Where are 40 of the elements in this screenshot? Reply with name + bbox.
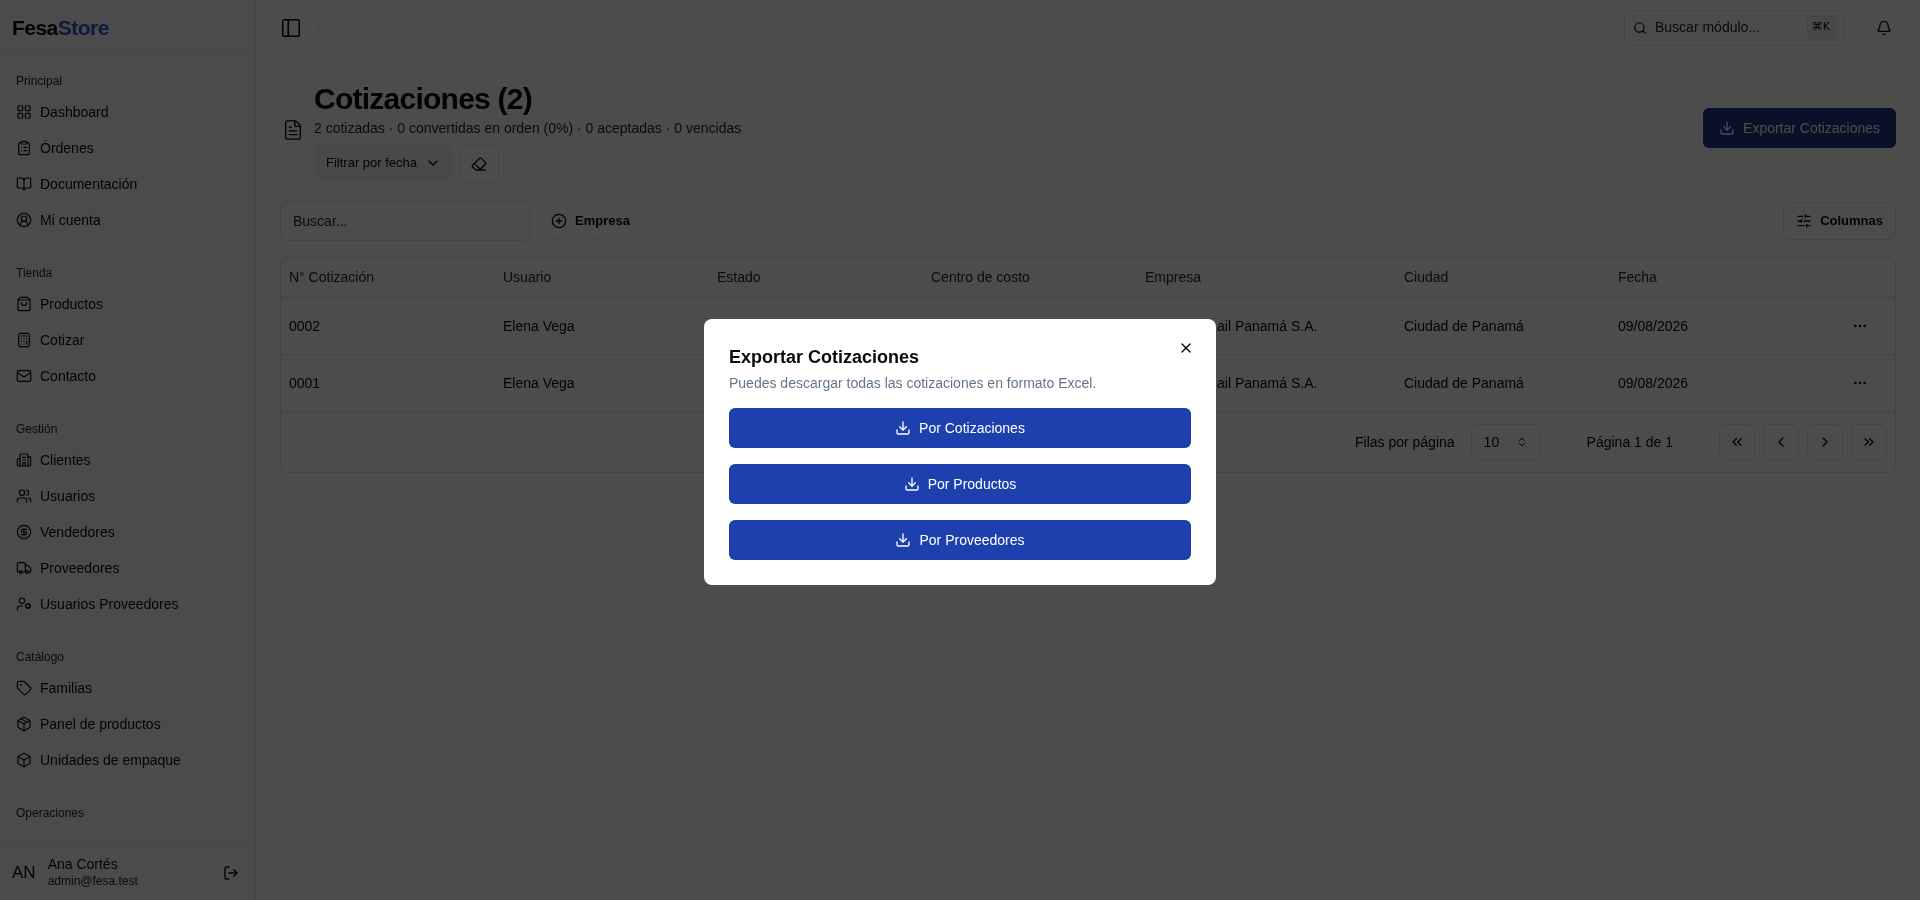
rows-per-page-label: Filas por página [1354,432,1455,452]
user-name: Ana Cortés [47,856,119,874]
download-option-button[interactable]: Por Productos [729,464,1191,504]
table-cell: 0001 [289,374,321,391]
section-label: Catálogo [15,649,66,666]
download-icon [895,532,912,548]
module-search-input[interactable]: Buscar módulo... [1655,17,1799,38]
dialog-title: Exportar Cotizaciones [729,346,920,369]
table-cell: Elena Vega [503,374,575,391]
user-email: admin@fesa.test [47,873,139,889]
section-label: Tienda [15,265,54,282]
table-cell: 0002 [289,317,321,334]
logo-text: Fesa [12,14,58,41]
table-cell: ail Panamá S.A. [1217,374,1318,391]
table-cell: Ciudad de Panamá [1404,374,1524,391]
download-option-button[interactable]: Por Proveedores [729,520,1191,560]
dialog-description: Puedes descargar todas las cotizaciones en formato Excel. [729,374,1098,393]
page-indicator: Página 1 de 1 [1586,432,1673,452]
download-icon [903,476,920,492]
avatar: AN [12,861,36,884]
column-header: Centro de costo [931,269,1030,285]
table-cell: 09/08/2026 [1618,374,1689,391]
page-title: Cotizaciones (2) [314,81,534,117]
table-cell: ail Panamá S.A. [1217,317,1318,334]
column-header: N° Cotización [289,269,374,285]
download-option-button[interactable]: Por Cotizaciones [729,408,1191,448]
column-header: Usuario [503,269,552,285]
column-header: Fecha [1618,269,1657,285]
column-header: Estado [717,269,761,285]
table-cell: 09/08/2026 [1618,317,1689,334]
download-icon [895,420,912,436]
column-header: Empresa [1145,269,1202,285]
section-label: Operaciones [15,805,86,822]
section-label: Principal [15,73,64,90]
column-header: Ciudad [1404,269,1449,285]
table-cell: Elena Vega [503,317,575,334]
logo-text: Store [57,14,109,41]
page-summary: 2 cotizadas · 0 convertidas en orden (0%) · 0 aceptadas · 0 vencidas [314,119,743,138]
table-cell: Ciudad de Panamá [1404,317,1524,334]
section-label: Gestión [15,421,59,438]
